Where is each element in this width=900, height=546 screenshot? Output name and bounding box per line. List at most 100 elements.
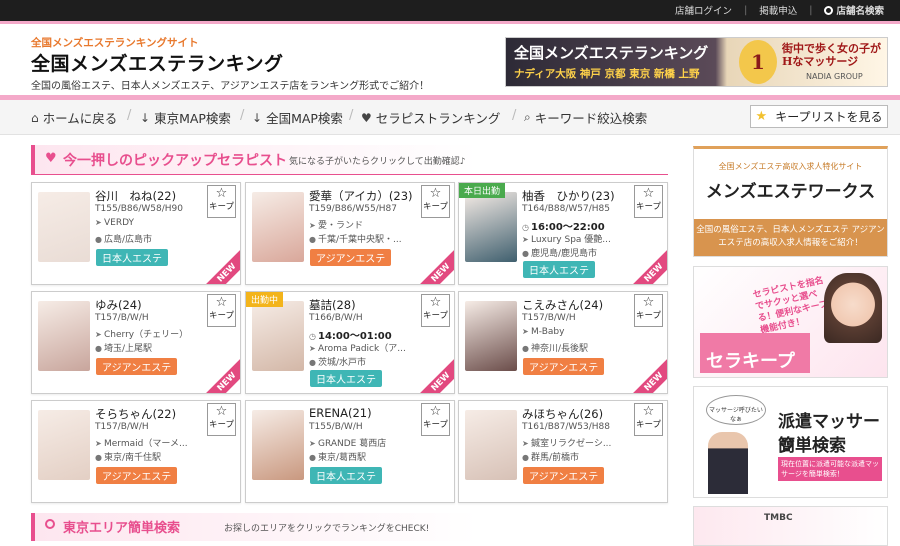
nav-label: ホームに戻る <box>42 111 118 126</box>
model-photo <box>824 273 882 343</box>
therapist-card[interactable]: ERENA(21) T155/B/W/H ➤ GRANDE 葛西店 ● 東京/葛西駅 日本人… <box>245 400 455 503</box>
therapist-name[interactable]: ERENA(21) <box>309 406 372 420</box>
keep-button[interactable]: ☆ キープ <box>207 294 236 327</box>
therapist-photo[interactable] <box>252 301 304 371</box>
search-icon <box>824 6 834 15</box>
store-login-link[interactable]: 店舗ログイン <box>669 3 738 17</box>
clock-icon: ◷ <box>522 223 529 232</box>
shop-name: ➤ 鍼室リラクゼーシ... <box>522 436 634 449</box>
pin-icon: ● <box>95 235 102 244</box>
search-icon <box>45 519 55 529</box>
keep-button[interactable]: ☆ キープ <box>207 403 236 436</box>
pin-icon: ● <box>309 358 316 367</box>
therapist-photo[interactable] <box>252 410 304 480</box>
keep-button[interactable]: ☆ キープ <box>634 403 663 436</box>
nav-japan-map[interactable]: ↓ 全国MAP検索 <box>252 108 343 127</box>
star-outline-icon: ☆ <box>215 404 228 419</box>
therapist-card[interactable]: 谷川 ねね(22) T155/B86/W58/H90 ➤ VERDY ● 広島/広島市 日本… <box>31 182 241 285</box>
therapist-photo[interactable] <box>465 301 517 371</box>
therapist-card[interactable]: ゆみ(24) T157/B/W/H ➤ Cherry（チェリー） ● 埼玉/上尾駅 アジアン… <box>31 291 241 394</box>
therakeep-banner[interactable]: セラピストを指名でサクッと選べる！便利なキープ機能付き！ セラキープ <box>693 266 888 378</box>
keep-button[interactable]: ☆ キープ <box>421 185 450 218</box>
therapist-name[interactable]: そらちゃん(22) <box>95 406 176 422</box>
therapist-card[interactable]: 愛華（アイカ）(23) T159/B86/W55/H87 ➤ 愛・ランド ● 千葉/千葉中… <box>245 182 455 285</box>
keep-label: キープ <box>209 311 234 321</box>
nav-label: セラピストランキング <box>375 111 501 126</box>
area: ● 群馬/前橋市 <box>522 450 579 463</box>
therapist-photo[interactable] <box>38 410 90 480</box>
area-value: 群馬/前橋市 <box>531 453 580 463</box>
header-banner[interactable]: 全国メンズエステランキング ナディア大阪 神戸 京都 東京 新橋 上野 1位! … <box>505 37 888 87</box>
top-bar: 店舗ログイン | 掲載申込 | 店舗名検索 <box>0 0 900 24</box>
therapist-card[interactable]: みほちゃん(26) T161/B87/W53/H88 ➤ 鍼室リラクゼーシ... ● 群馬… <box>458 400 668 503</box>
pin-icon: ● <box>522 249 529 258</box>
banner-group: NADIA GROUP <box>806 72 863 81</box>
nav-label: 全国MAP検索 <box>266 111 343 126</box>
keep-label: キープ <box>209 420 234 430</box>
therapist-photo[interactable] <box>38 192 90 262</box>
send-icon: ➤ <box>522 439 529 448</box>
therapist-spec: T159/B86/W55/H87 <box>309 204 397 214</box>
therapist-photo[interactable] <box>465 410 517 480</box>
send-icon: ➤ <box>95 330 102 339</box>
therapist-name[interactable]: 墓詰(28) <box>309 297 356 313</box>
nav-therapist-ranking[interactable]: ♥ セラピストランキング <box>361 108 500 127</box>
keep-button[interactable]: ☆ キープ <box>207 185 236 218</box>
shop-name-value: Mermaid（マーメ... <box>104 439 188 449</box>
dispatch-banner[interactable]: マッサージ呼びたいなぁ 派遣マッサージ 簡単検索 現在位置に派遣可能な派遣マッサ… <box>693 386 888 498</box>
divider: | <box>809 4 813 16</box>
nav-keyword-search[interactable]: ⌕ キーワード絞込検索 <box>524 108 647 127</box>
send-icon: ➤ <box>309 344 316 353</box>
therapist-photo[interactable] <box>465 192 517 262</box>
send-icon: ➤ <box>309 439 316 448</box>
therapist-card[interactable]: 本日出勤 柚香 ひかり(23) T164/B88/W57/H85 ◷ 16:00～22:… <box>458 182 668 285</box>
therapist-card[interactable]: こえみさん(24) T157/B/W/H ➤ M-Baby ● 神奈川/長後駅 アジアンエス… <box>458 291 668 394</box>
therapist-photo[interactable] <box>38 301 90 371</box>
heart-icon: ♥ <box>361 110 372 125</box>
site-title[interactable]: 全国メンズエステランキング <box>31 49 284 76</box>
recruit-banner[interactable]: 全国メンズエステ高収入求人特化サイト メンズエステワークス 全国の風俗エステ、日… <box>693 146 888 257</box>
nav-home[interactable]: ⌂ ホームに戻る <box>31 108 117 127</box>
therapist-photo[interactable] <box>252 192 304 262</box>
area: ● 鹿児島/鹿児島市 <box>522 246 597 259</box>
therapist-card[interactable]: 出勤中 墓詰(28) T166/B/W/H ◷ 14:00～01:00 ➤ Aroma Pa… <box>245 291 455 394</box>
therapist-name[interactable]: 柚香 ひかり(23) <box>522 188 615 204</box>
keep-button[interactable]: ☆ キープ <box>634 294 663 327</box>
recruit-description: 全国の風俗エステ、日本人メンズエステ アジアンエステ店の高収入求人情報をご紹介！ <box>694 219 887 256</box>
area: ● 東京/葛西駅 <box>309 450 366 463</box>
therapist-name[interactable]: こえみさん(24) <box>522 297 603 313</box>
tmbc-banner[interactable]: TMBC <box>693 506 888 546</box>
therapist-spec: T164/B88/W57/H85 <box>522 204 610 214</box>
therapist-name[interactable]: ゆみ(24) <box>95 297 142 313</box>
new-ribbon: NEW <box>200 246 240 284</box>
keep-button[interactable]: ☆ キープ <box>421 294 450 327</box>
therapist-card[interactable]: そらちゃん(22) T157/B/W/H ➤ Mermaid（マーメ... ● 東京/南千… <box>31 400 241 503</box>
site-header: 全国メンズエステランキングサイト 全国メンズエステランキング 全国の風俗エステ、… <box>0 27 900 95</box>
nav-tokyo-map[interactable]: ↓ 東京MAP検索 <box>140 108 231 127</box>
keep-button[interactable]: ☆ キープ <box>634 185 663 218</box>
speech-bubble: マッサージ呼びたいなぁ <box>706 395 766 425</box>
therapist-name[interactable]: みほちゃん(26) <box>522 406 603 422</box>
search-icon: ⌕ <box>524 110 531 124</box>
keep-list-button[interactable]: ★ キープリストを見る <box>750 105 888 128</box>
apply-link[interactable]: 掲載申込 <box>753 3 803 17</box>
area-value: 神奈川/長後駅 <box>531 344 589 354</box>
pin-icon: ● <box>309 453 316 462</box>
keep-list-label: キープリストを見る <box>775 110 883 124</box>
store-search-link[interactable]: 店舗名検索 <box>818 3 890 17</box>
banner-rank: 1位! <box>739 40 777 84</box>
star-icon: ★ <box>755 109 768 124</box>
shop-name: ➤ Cherry（チェリー） <box>95 327 207 340</box>
therapist-spec: T157/B/W/H <box>95 422 149 432</box>
category-tag: 日本人エステ <box>523 261 595 278</box>
category-tag: アジアンエステ <box>96 467 178 484</box>
area: ● 神奈川/長後駅 <box>522 341 588 354</box>
keep-button[interactable]: ☆ キープ <box>421 403 450 436</box>
therapist-name[interactable]: 谷川 ねね(22) <box>95 188 176 204</box>
therapist-spec: T157/B/W/H <box>95 313 149 323</box>
therapist-name[interactable]: 愛華（アイカ）(23) <box>309 188 413 204</box>
top-links: 店舗ログイン | 掲載申込 | 店舗名検索 <box>669 0 890 20</box>
nav-divider: / <box>127 108 132 123</box>
site-description: 全国の風俗エステ、日本人メンズエステ、アジアンエステ店をランキング形式でご紹介！ <box>31 81 430 92</box>
keep-label: キープ <box>423 311 448 321</box>
